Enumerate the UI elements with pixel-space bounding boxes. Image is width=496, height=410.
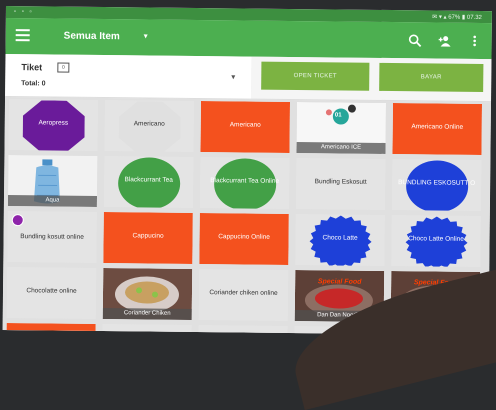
item-tile[interactable]: Bundling kosutt online <box>7 211 97 263</box>
item-tile[interactable]: Coriander chiken online <box>199 269 289 321</box>
item-label: Chocolatte online <box>7 287 96 296</box>
open-ticket-button[interactable]: OPEN TICKET <box>261 62 369 91</box>
item-tile[interactable]: Aqua <box>8 155 98 207</box>
add-customer-icon[interactable] <box>438 34 452 48</box>
item-tile[interactable]: Choco Latte Online <box>391 215 481 267</box>
item-caption: Aqua <box>8 195 97 207</box>
item-tile[interactable]: Americano Online <box>392 103 482 155</box>
pos-screen: ▫ ▫ ▫ ✉ ▾ ▴ 67% ▮ 07.32 Semua Item ▾ Tik… <box>3 6 492 335</box>
ticket-count-badge: 0 <box>57 63 69 73</box>
item-label: Choco Latte <box>296 234 385 243</box>
item-tile[interactable]: Americano <box>104 100 194 152</box>
action-buttons: OPEN TICKET BAYAR <box>251 57 491 103</box>
search-icon[interactable] <box>408 33 422 47</box>
menu-icon[interactable] <box>16 29 30 41</box>
item-tile[interactable]: Blackcurrant Tea Online <box>200 157 290 209</box>
item-caption: Coriander Chiken <box>103 308 192 320</box>
item-badge: 01 <box>335 112 342 118</box>
avatar-icon <box>12 214 24 226</box>
item-label: Bundling Eskosutt <box>296 178 385 187</box>
item-tile[interactable]: 01 Americano ICE <box>296 102 386 154</box>
item-tile[interactable]: Cappucino <box>103 212 193 264</box>
app-bar: Semua Item ▾ <box>5 18 491 59</box>
chevron-down-icon[interactable]: ▾ <box>231 72 235 81</box>
item-tile[interactable]: Choco Latte <box>295 214 385 266</box>
item-label: Cappucino <box>104 232 193 241</box>
item-tile[interactable]: Coriander Chiken <box>103 268 193 320</box>
item-caption: Americano ICE <box>296 142 385 154</box>
item-label: Americano <box>105 120 194 129</box>
item-tile[interactable]: BUNDLING ESKOSUTT O <box>392 159 482 211</box>
item-label: Aeropress <box>9 119 98 128</box>
item-label: Americano Online <box>393 123 482 132</box>
more-vert-icon[interactable] <box>468 34 482 48</box>
item-tile[interactable] <box>198 325 288 335</box>
ticket-label: Tiket <box>21 62 42 72</box>
item-label: Bundling kosutt online <box>8 233 97 242</box>
item-tile[interactable] <box>6 323 96 335</box>
item-label: BUNDLING ESKOSUTT O <box>392 179 481 188</box>
item-tile[interactable]: Americano <box>200 101 290 153</box>
special-food-banner: Special Food <box>295 278 384 286</box>
item-label: Choco Latte Online <box>392 235 481 244</box>
pay-button[interactable]: BAYAR <box>379 63 483 92</box>
category-title[interactable]: Semua Item <box>64 31 120 43</box>
item-label: Americano <box>201 121 290 130</box>
item-tile[interactable]: Aeropress <box>8 99 98 151</box>
item-label: Cappucino Online <box>200 233 289 242</box>
item-label: Blackcurrant Tea Online <box>200 177 289 186</box>
ticket-total: Total: 0 <box>21 80 45 87</box>
chevron-down-icon[interactable]: ▾ <box>144 31 148 40</box>
item-label: Blackcurrant Tea <box>104 176 193 185</box>
item-label: Coriander chiken online <box>199 289 288 298</box>
item-tile[interactable]: Cappucino Online <box>199 213 289 265</box>
item-tile[interactable]: Blackcurrant Tea <box>104 156 194 208</box>
item-tile[interactable]: Bundling Eskosutt <box>296 158 386 210</box>
item-tile[interactable]: Chocolatte online <box>7 267 97 319</box>
status-icons-left: ▫ ▫ ▫ <box>14 9 34 15</box>
tile-color-block <box>6 323 96 335</box>
status-icons-right: ✉ ▾ ▴ 67% ▮ 07.32 <box>432 13 482 21</box>
ticket-panel[interactable]: Tiket 0 Total: 0 ▾ <box>5 54 251 100</box>
